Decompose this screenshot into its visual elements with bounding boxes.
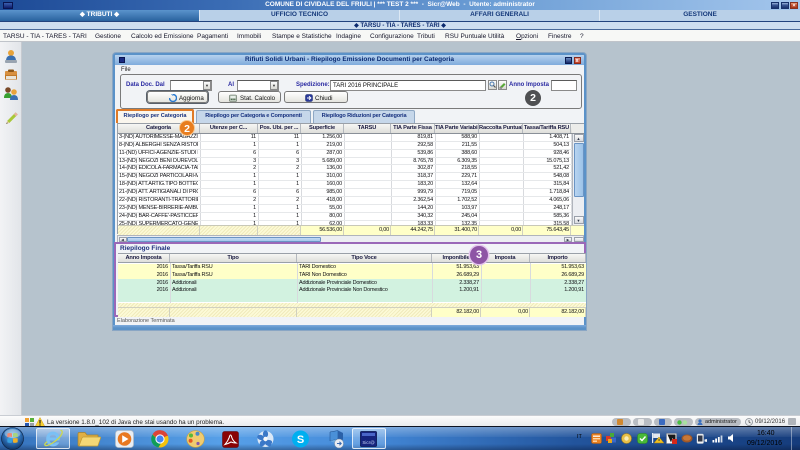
svg-text:Sicr@: Sicr@ (362, 440, 375, 445)
svg-text:S: S (297, 434, 304, 446)
